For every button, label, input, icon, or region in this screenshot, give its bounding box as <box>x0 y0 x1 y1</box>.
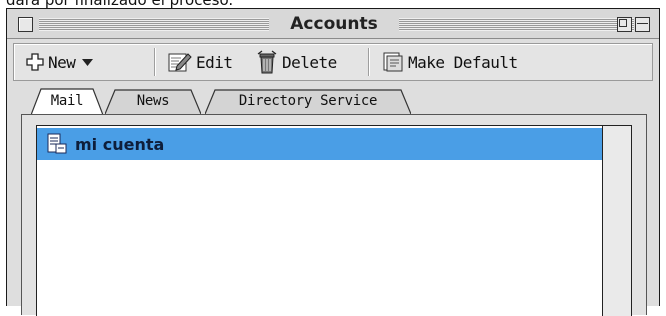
new-plus-icon <box>26 53 44 71</box>
edit-button-label: Edit <box>196 52 233 72</box>
tab-mail-label: Mail <box>50 92 84 109</box>
new-button-label: New <box>48 52 76 72</box>
title-bar[interactable]: Accounts <box>7 9 659 39</box>
window-title: Accounts <box>269 14 399 34</box>
tab-news[interactable]: News <box>105 87 201 115</box>
chevron-down-icon <box>82 58 94 66</box>
delete-button[interactable]: Delete <box>256 49 337 75</box>
accounts-window: Accounts New Edit Delete Make Default Ma… <box>6 8 660 316</box>
accounts-list[interactable]: mi cuenta <box>36 125 632 316</box>
trash-icon <box>256 50 278 74</box>
tab-news-label: News <box>136 92 170 109</box>
edit-button[interactable]: Edit <box>168 49 233 75</box>
tab-directory-service-label: Directory Service <box>238 92 378 109</box>
tab-strip: Mail News Directory Service <box>31 87 451 115</box>
toolbar-separator <box>368 48 370 76</box>
tab-directory-service[interactable]: Directory Service <box>205 87 411 115</box>
new-button[interactable]: New <box>26 49 94 75</box>
edit-pencil-icon <box>168 51 192 73</box>
tab-mail[interactable]: Mail <box>31 87 103 115</box>
list-item[interactable]: mi cuenta <box>37 128 602 160</box>
toolbar: New Edit Delete Make Default <box>13 43 653 81</box>
delete-button-label: Delete <box>282 52 337 72</box>
mail-account-icon <box>47 133 67 155</box>
account-name: mi cuenta <box>75 134 165 154</box>
toolbar-separator <box>154 48 156 76</box>
close-box-icon[interactable] <box>18 17 33 32</box>
vertical-scrollbar[interactable] <box>602 126 631 316</box>
collapse-box-icon[interactable] <box>635 17 650 32</box>
make-default-button-label: Make Default <box>408 52 518 72</box>
zoom-box-icon[interactable] <box>617 17 632 32</box>
make-default-button[interactable]: Make Default <box>382 49 518 75</box>
make-default-icon <box>382 51 404 73</box>
tab-panel: mi cuenta <box>21 114 647 316</box>
